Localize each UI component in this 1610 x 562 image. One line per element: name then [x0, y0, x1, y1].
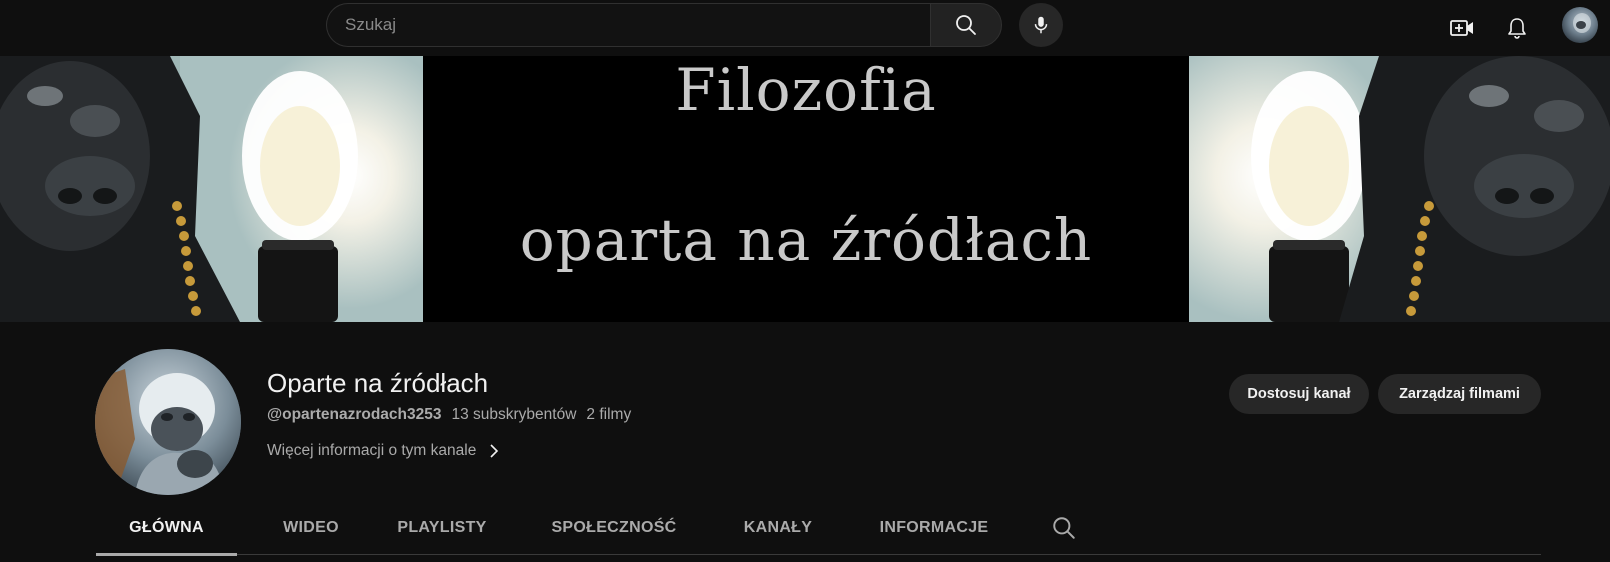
tab-videos[interactable]: WIDEO	[261, 500, 361, 555]
more-info-link[interactable]: Więcej informacji o tym kanale	[267, 442, 500, 460]
notifications-button[interactable]	[1497, 8, 1537, 48]
search-input[interactable]	[345, 15, 930, 35]
video-count: 2 filmy	[586, 406, 632, 423]
tab-playlists[interactable]: PLAYLISTY	[382, 500, 502, 555]
search-icon	[956, 15, 976, 35]
search-input-container[interactable]	[326, 3, 930, 47]
banner-image-left	[0, 56, 423, 322]
voice-search-button[interactable]	[1019, 3, 1063, 47]
account-avatar[interactable]	[1562, 7, 1598, 43]
channel-banner: Filozofia oparta na źródłach	[0, 56, 1610, 322]
banner-text-area: Filozofia oparta na źródłach	[423, 56, 1189, 322]
channel-avatar[interactable]	[95, 349, 241, 495]
tab-community[interactable]: SPOŁECZNOŚĆ	[540, 500, 688, 555]
banner-title-line2: oparta na źródłach	[519, 206, 1093, 274]
tab-channels[interactable]: KANAŁY	[726, 500, 830, 555]
mic-icon	[1034, 16, 1048, 34]
bell-icon	[1508, 18, 1526, 39]
search-button[interactable]	[930, 3, 1002, 47]
create-button[interactable]	[1442, 8, 1482, 48]
channel-tabs: GŁÓWNA WIDEO PLAYLISTY SPOŁECZNOŚĆ KANAŁ…	[96, 500, 1541, 556]
more-info-label: Więcej informacji o tym kanale	[267, 442, 477, 459]
channel-search-icon[interactable]	[1051, 515, 1077, 541]
tab-about[interactable]: INFORMACJE	[865, 500, 1003, 555]
banner-title-line1: Filozofia	[675, 56, 937, 124]
create-video-icon	[1450, 20, 1473, 36]
subscriber-count: 13 subskrybentów	[451, 406, 577, 423]
banner-image-right	[1189, 56, 1610, 322]
customize-channel-button[interactable]: Dostosuj kanał	[1229, 374, 1369, 414]
chevron-right-icon	[490, 444, 499, 458]
top-bar	[0, 0, 1610, 56]
channel-meta: @opartenazrodach3253 13 subskrybentów 2 …	[267, 406, 631, 424]
manage-videos-button[interactable]: Zarządzaj filmami	[1378, 374, 1541, 414]
search-bar	[326, 3, 1002, 47]
channel-name: Oparte na źródłach	[267, 368, 489, 398]
tab-home[interactable]: GŁÓWNA	[96, 500, 237, 556]
channel-handle: @opartenazrodach3253	[267, 406, 442, 423]
